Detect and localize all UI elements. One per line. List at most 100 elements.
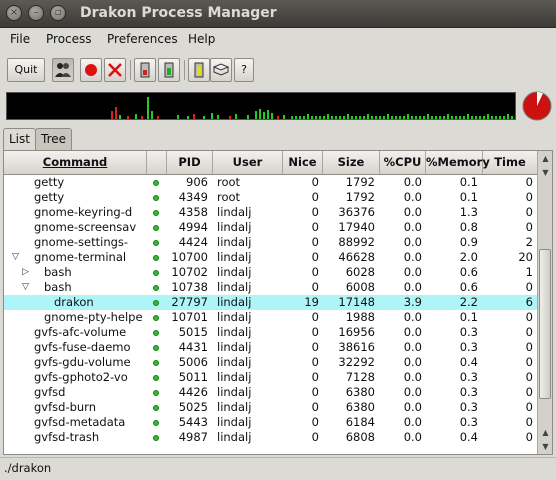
cell-cpu: 0.0	[403, 355, 422, 369]
record-icon[interactable]	[80, 58, 102, 82]
cell-cpu: 0.0	[403, 385, 422, 399]
table-row[interactable]: gvfs-fuse-daemo 4431 lindalj 0 38616 0.0 0.3 0	[4, 340, 537, 355]
column-pid[interactable]: PID	[167, 151, 213, 174]
cell-cpu: 0.0	[403, 280, 422, 294]
status-dot-icon	[153, 405, 159, 411]
help-icon[interactable]: ?	[234, 58, 254, 82]
cell-mem: 0.3	[459, 400, 478, 414]
cell-command: gnome-pty-helpe	[44, 310, 143, 324]
cell-time: 0	[525, 370, 533, 384]
tab-tree[interactable]: Tree	[35, 128, 73, 150]
cell-size: 6380	[345, 385, 375, 399]
cell-cpu: 0.0	[403, 325, 422, 339]
cell-cpu: 0.0	[403, 175, 422, 189]
cell-cpu: 0.0	[403, 250, 422, 264]
cell-nice: 0	[311, 220, 319, 234]
cell-pid: 4431	[178, 340, 208, 354]
cell-nice: 0	[311, 205, 319, 219]
cell-size: 6380	[345, 400, 375, 414]
cell-pid: 4358	[178, 205, 208, 219]
status-dot-icon	[153, 285, 159, 291]
status-dot-icon	[153, 195, 159, 201]
column-status[interactable]	[147, 151, 167, 174]
expander-closed-icon[interactable]: ▷	[22, 265, 29, 280]
cell-cpu: 0.0	[403, 235, 422, 249]
cell-time: 0	[525, 325, 533, 339]
scroll-up-arrow-icon[interactable]: ▲	[538, 425, 552, 440]
tab-list[interactable]: List	[3, 128, 36, 150]
cell-mem: 0.6	[459, 280, 478, 294]
status-dot-icon	[153, 240, 159, 246]
expander-open-icon[interactable]: ▽	[22, 280, 29, 295]
menu-process[interactable]: Process	[46, 32, 92, 46]
scroll-down-arrow-icon[interactable]: ▼	[538, 439, 552, 454]
table-row[interactable]: gnome-settings- 4424 lindalj 0 88992 0.0 0.9 2	[4, 235, 537, 250]
cell-pid: 5006	[178, 355, 208, 369]
table-row[interactable]: ▷ bash 10702 lindalj 0 6028 0.0 0.6 1	[4, 265, 537, 280]
vertical-scrollbar[interactable]: ▲ ▼ ▲ ▼	[537, 151, 552, 454]
menu-preferences[interactable]: Preferences	[107, 32, 178, 46]
menu-file[interactable]: File	[10, 32, 30, 46]
cell-mem: 0.8	[459, 220, 478, 234]
table-row[interactable]: gvfs-gdu-volume 5006 lindalj 0 32292 0.0 0.4 0	[4, 355, 537, 370]
cell-mem: 2.0	[459, 250, 478, 264]
cell-command: bash	[44, 280, 72, 294]
status-dot-icon	[153, 345, 159, 351]
kill-icon[interactable]	[104, 58, 126, 82]
cell-pid: 4426	[178, 385, 208, 399]
table-row[interactable]: gvfsd-burn 5025 lindalj 0 6380 0.0 0.3 0	[4, 400, 537, 415]
cell-nice: 0	[311, 400, 319, 414]
column-size[interactable]: Size	[323, 151, 380, 174]
table-row[interactable]: gnome-pty-helpe 10701 lindalj 0 1988 0.0 0.1 0	[4, 310, 537, 325]
cell-pid: 4349	[178, 190, 208, 204]
close-window-button[interactable]: ×	[6, 5, 22, 21]
maximize-window-button[interactable]: ▫	[50, 5, 66, 21]
scroll-down-arrow-icon[interactable]: ▼	[538, 165, 552, 180]
table-row[interactable]: ▽ bash 10738 lindalj 0 6008 0.0 0.6 0	[4, 280, 537, 295]
cell-command: gvfs-gphoto2-vo	[34, 370, 128, 384]
cell-pid: 4424	[178, 235, 208, 249]
quit-button[interactable]: Quit	[7, 58, 45, 82]
cell-command: drakon	[54, 295, 94, 309]
cell-time: 0	[525, 190, 533, 204]
table-row[interactable]: gnome-screensav 4994 lindalj 0 17940 0.0 0.8 0	[4, 220, 537, 235]
cell-cpu: 0.0	[403, 415, 422, 429]
cell-nice: 0	[311, 175, 319, 189]
table-row[interactable]: getty 906 root 0 1792 0.0 0.1 0	[4, 175, 537, 190]
meter-yellow-icon[interactable]	[188, 58, 210, 82]
cell-pid: 10702	[171, 265, 208, 279]
cell-user: lindalj	[217, 235, 252, 249]
table-row[interactable]: gvfsd-trash 4987 lindalj 0 6808 0.0 0.4 0	[4, 430, 537, 445]
table-row[interactable]: gvfs-gphoto2-vo 5011 lindalj 0 7128 0.0 0.3 0	[4, 370, 537, 385]
table-row[interactable]: getty 4349 root 0 1792 0.0 0.1 0	[4, 190, 537, 205]
menu-help[interactable]: Help	[188, 32, 215, 46]
column-cpu[interactable]: %CPU	[380, 151, 426, 174]
book-icon[interactable]	[210, 58, 232, 82]
table-row[interactable]: gnome-keyring-d 4358 lindalj 0 36376 0.0 1.3 0	[4, 205, 537, 220]
column-time[interactable]: Time	[483, 151, 537, 174]
table-row[interactable]: gvfsd-metadata 5443 lindalj 0 6184 0.0 0.3 0	[4, 415, 537, 430]
meter-icon[interactable]	[134, 58, 156, 82]
cell-size: 6008	[345, 280, 375, 294]
cell-size: 32292	[338, 355, 375, 369]
minimize-window-button[interactable]: –	[28, 5, 44, 21]
meter-green-icon[interactable]	[158, 58, 180, 82]
column-memory[interactable]: %Memory	[426, 151, 490, 174]
scroll-up-arrow-icon[interactable]: ▲	[538, 151, 552, 166]
cell-command: getty	[34, 175, 65, 189]
column-user[interactable]: User	[213, 151, 283, 174]
table-row[interactable]: drakon 27797 lindalj 19 17148 3.9 2.2 6	[4, 295, 537, 310]
expander-open-icon[interactable]: ▽	[12, 250, 19, 265]
users-icon[interactable]	[52, 58, 74, 82]
table-row[interactable]: ▽ gnome-terminal 10700 lindalj 0 46628 0.0 2.0 2…	[4, 250, 537, 265]
toolbar-separator	[184, 60, 185, 80]
scrollbar-thumb[interactable]	[539, 249, 551, 399]
column-command[interactable]: Command	[4, 151, 147, 174]
status-dot-icon	[153, 180, 159, 186]
cell-nice: 0	[311, 190, 319, 204]
table-header: Command PID User Nice Size %CPU %Memory …	[4, 151, 537, 175]
column-nice[interactable]: Nice	[283, 151, 323, 174]
table-row[interactable]: gvfs-afc-volume 5015 lindalj 0 16956 0.0 0.3 0	[4, 325, 537, 340]
table-row[interactable]: gvfsd 4426 lindalj 0 6380 0.0 0.3 0	[4, 385, 537, 400]
cell-time: 20	[518, 250, 533, 264]
